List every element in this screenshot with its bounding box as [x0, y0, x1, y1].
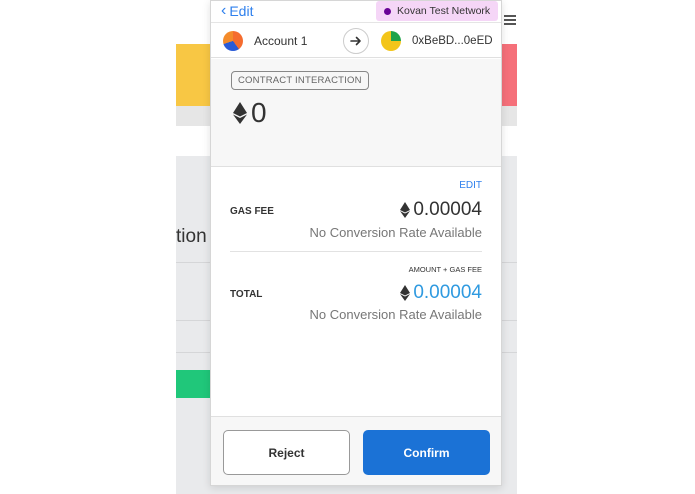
background-partial-text: tion	[176, 226, 207, 247]
arrow-right-icon	[343, 28, 369, 54]
network-dot-icon	[384, 7, 391, 15]
sender-account[interactable]: Account 1	[223, 31, 307, 51]
edit-gas-link[interactable]: EDIT	[459, 180, 482, 191]
gas-fee-value: 0.00004	[400, 199, 482, 221]
transaction-action-badge: CONTRACT INTERACTION	[231, 71, 369, 90]
confirm-button[interactable]: Confirm	[363, 430, 490, 475]
recipient-address: 0xBeBD...0eED	[412, 35, 493, 47]
details-divider	[230, 251, 482, 252]
transaction-amount: 0	[233, 97, 267, 129]
back-edit-label: Edit	[229, 3, 254, 19]
transaction-summary: CONTRACT INTERACTION 0	[211, 59, 501, 167]
gas-fee-label: GAS FEE	[230, 206, 274, 217]
total-value: 0.00004	[400, 282, 482, 304]
gas-fee-amount: 0.00004	[413, 199, 482, 220]
network-label: Kovan Test Network	[397, 5, 491, 17]
menu-icon[interactable]	[504, 15, 516, 25]
eth-icon	[400, 285, 411, 301]
transaction-details: EDIT GAS FEE 0.00004 No Conversion Rate …	[211, 168, 501, 416]
sender-recipient-row: Account 1 0xBeBD...0eED	[211, 24, 501, 58]
total-amount: 0.00004	[413, 282, 482, 303]
total-conversion: No Conversion Rate Available	[309, 307, 482, 322]
network-badge[interactable]: Kovan Test Network	[376, 1, 499, 21]
sender-account-name: Account 1	[254, 34, 308, 48]
total-label: TOTAL	[230, 289, 263, 300]
eth-icon	[400, 202, 411, 218]
eth-icon	[233, 102, 247, 124]
sender-avatar	[223, 31, 243, 51]
gas-fee-conversion: No Conversion Rate Available	[309, 225, 482, 240]
confirm-transaction-popup: ‹ Edit Kovan Test Network Account 1 0xBe…	[210, 0, 502, 486]
recipient-account[interactable]: 0xBeBD...0eED	[381, 31, 493, 51]
recipient-avatar	[381, 31, 401, 51]
popup-footer: Reject Confirm	[211, 416, 501, 485]
transaction-amount-value: 0	[251, 97, 267, 128]
back-edit-link[interactable]: ‹ Edit	[221, 2, 253, 20]
chevron-left-icon: ‹	[221, 2, 227, 19]
total-sublabel: AMOUNT + GAS FEE	[408, 265, 482, 274]
reject-button[interactable]: Reject	[223, 430, 350, 475]
popup-header: ‹ Edit Kovan Test Network	[211, 1, 501, 23]
